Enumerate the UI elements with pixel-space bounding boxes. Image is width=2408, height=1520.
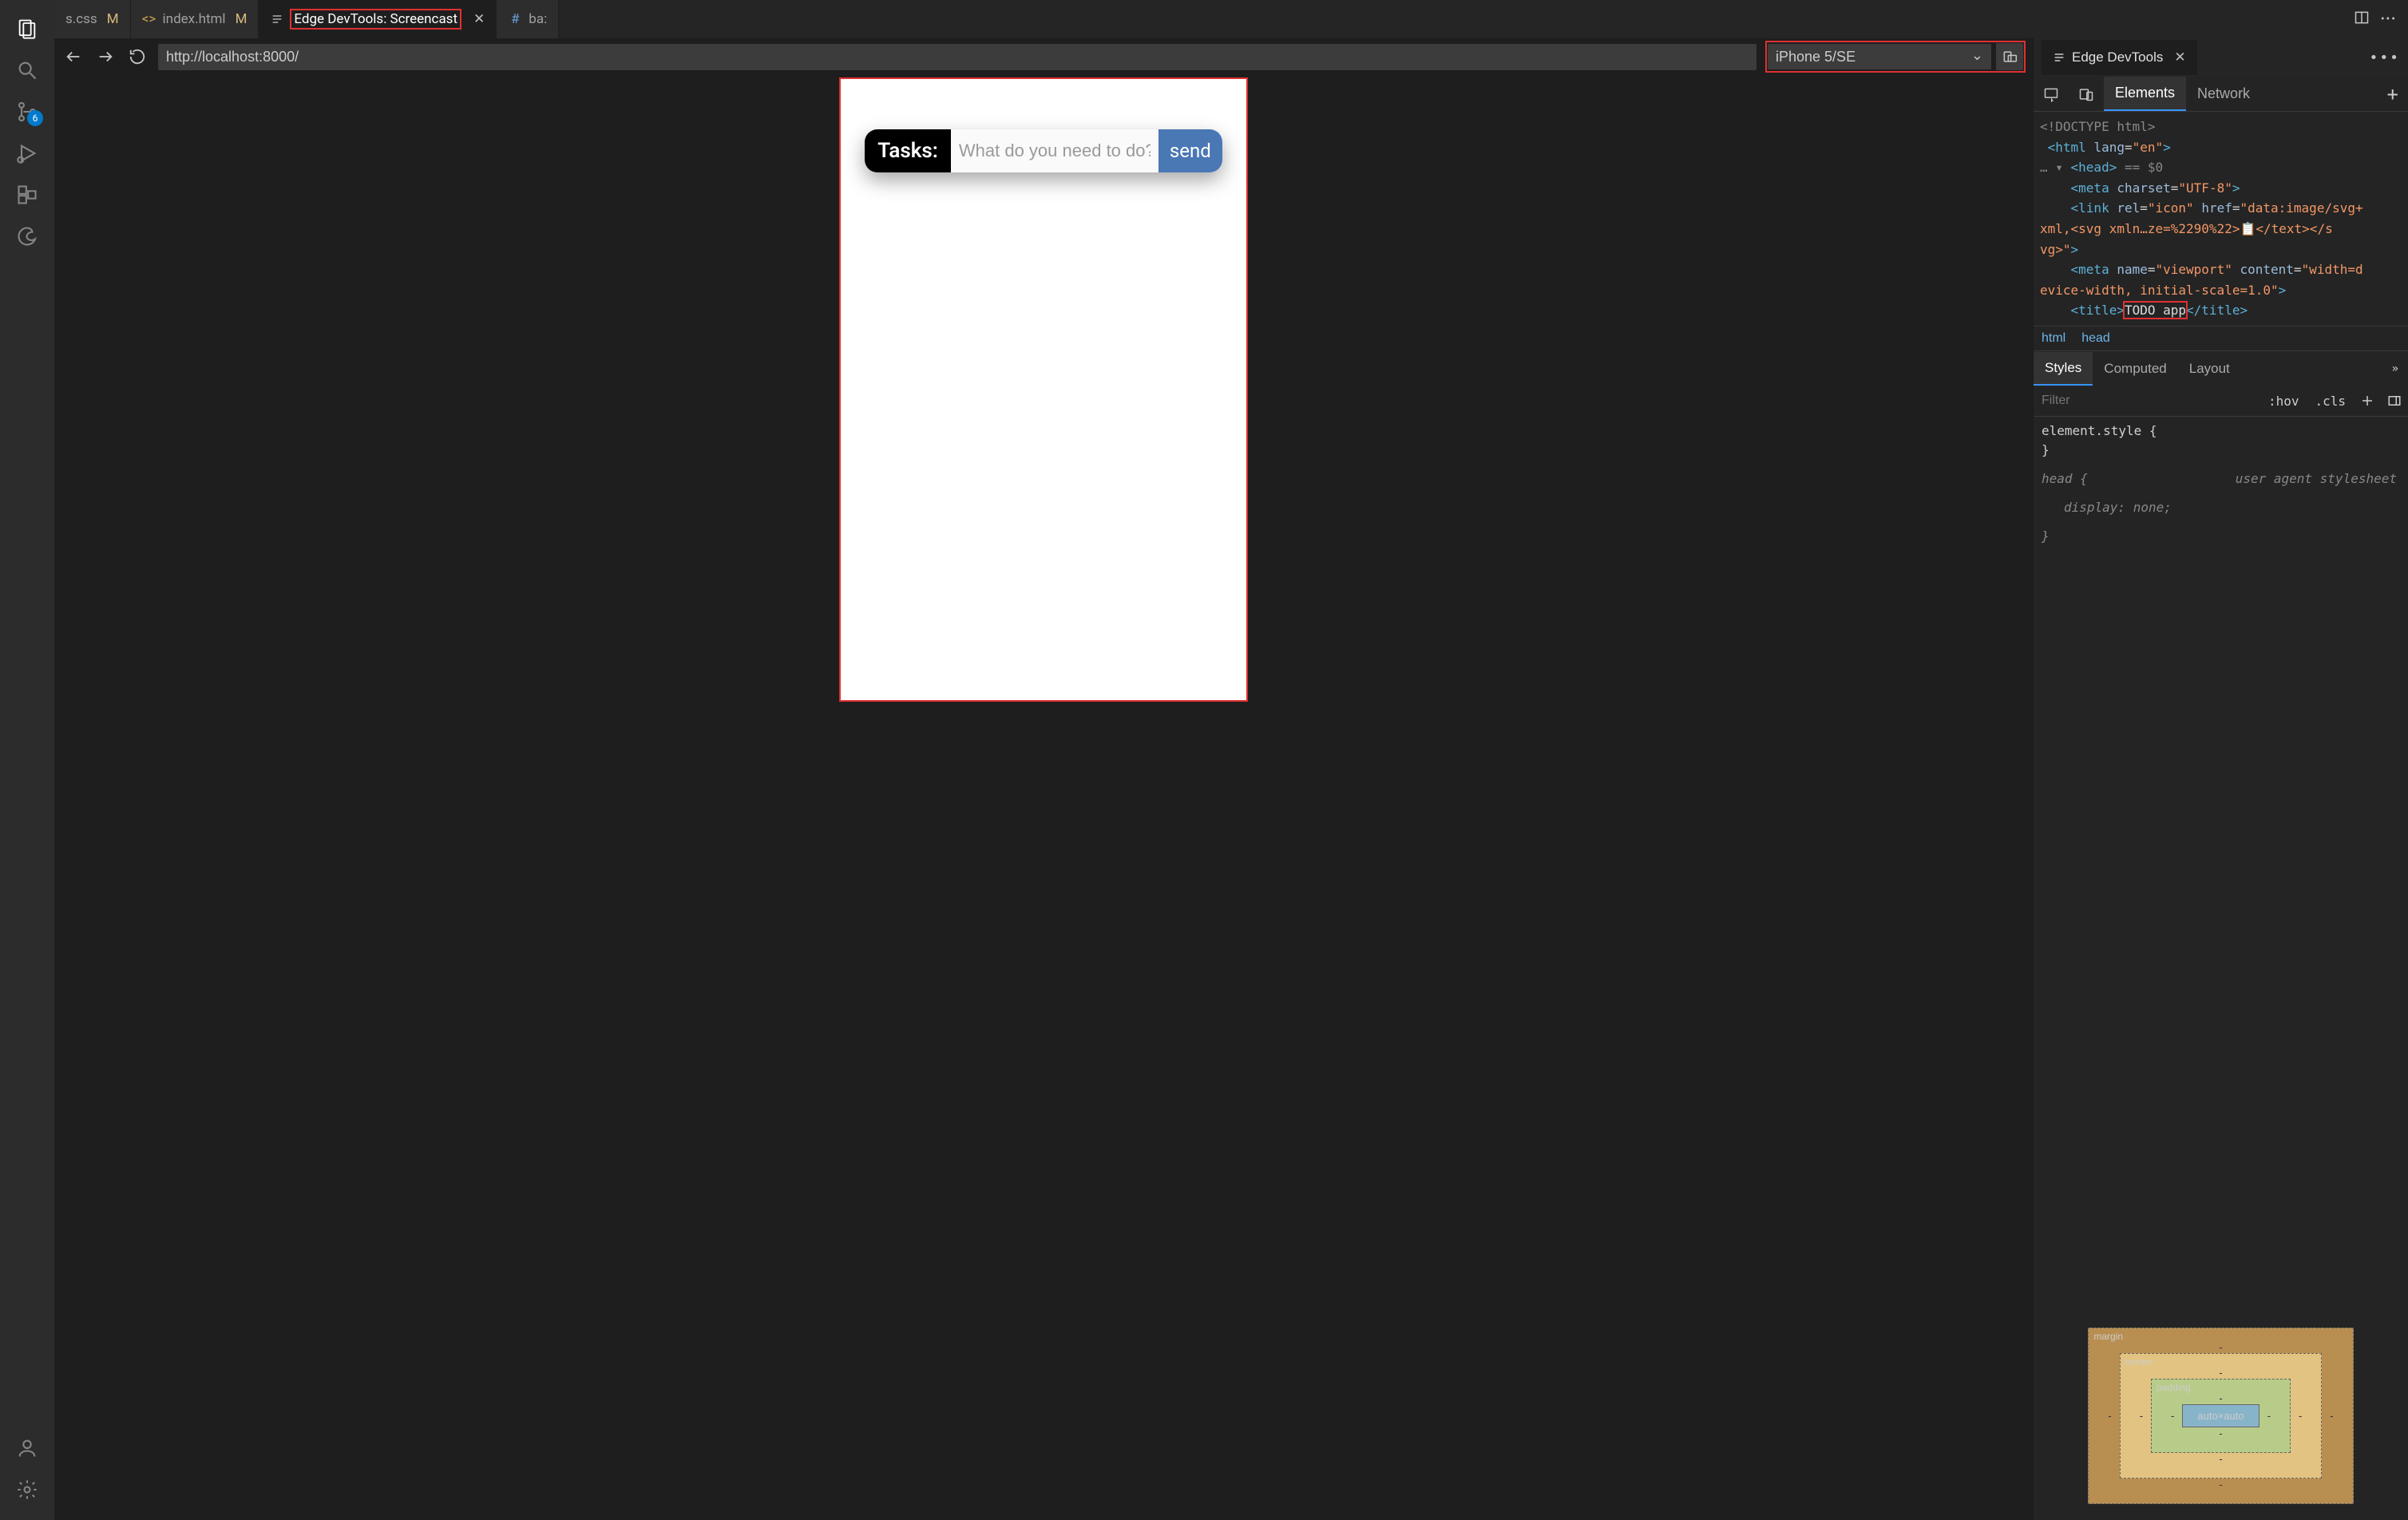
more-actions-icon[interactable]: •••: [2369, 49, 2400, 66]
tab-screencast[interactable]: Edge DevTools: Screencast ✕: [259, 0, 497, 38]
tasks-label: Tasks:: [865, 129, 951, 172]
task-input-wrapper: [951, 129, 1158, 172]
viewport-area: Tasks: send: [54, 75, 2033, 1520]
explorer-icon[interactable]: [8, 10, 46, 48]
tab-label: s.css: [65, 11, 97, 27]
devtools-panel: Edge DevTools ✕ ••• Elements Network + <…: [2033, 38, 2408, 1520]
back-icon[interactable]: [62, 46, 85, 68]
tab-label: Edge DevTools: Screencast: [291, 10, 461, 29]
scm-badge: 6: [27, 110, 43, 126]
task-input[interactable]: [959, 141, 1151, 161]
element-style: element.style {: [2042, 422, 2400, 441]
rotate-icon[interactable]: [1996, 43, 2023, 70]
reload-icon[interactable]: [126, 46, 149, 68]
dom-breadcrumb[interactable]: html head: [2034, 326, 2408, 351]
inspect-element-icon[interactable]: [2034, 78, 2069, 110]
device-toggle-icon[interactable]: [2069, 78, 2104, 110]
dom-tree[interactable]: <!DOCTYPE html> <html lang="en"> … ▾ <he…: [2034, 112, 2408, 326]
tab-label: ba:: [529, 11, 547, 27]
accounts-icon[interactable]: [8, 1429, 46, 1467]
toggle-sidebar-icon[interactable]: [2381, 394, 2408, 408]
emulated-viewport[interactable]: Tasks: send: [840, 78, 1247, 701]
screencast-panel: iPhone 5/SE Tasks: send: [54, 38, 2033, 1520]
css-file-icon: #: [508, 12, 522, 26]
display-none: display: none;: [2042, 498, 2400, 517]
forward-icon[interactable]: [94, 46, 117, 68]
activity-bar: 6: [0, 0, 54, 1520]
preview-icon: [270, 12, 284, 26]
url-input[interactable]: [158, 44, 1756, 70]
tab-computed[interactable]: Computed: [2093, 353, 2177, 385]
styles-tabs: Styles Computed Layout »: [2034, 351, 2408, 386]
title-text: TODO app: [2125, 303, 2186, 318]
settings-icon[interactable]: [8, 1471, 46, 1509]
tab-actions: •••: [2343, 0, 2408, 38]
expand-tabs-icon[interactable]: »: [2382, 362, 2408, 375]
editor-main: s.css M <> index.html M Edge DevTools: S…: [54, 0, 2408, 1520]
cls-toggle[interactable]: .cls: [2307, 394, 2354, 409]
box-content: auto×auto: [2182, 1404, 2259, 1427]
styles-toolbar: :hov .cls: [2034, 386, 2408, 417]
devtools-toolbar: Elements Network +: [2034, 77, 2408, 112]
html-file-icon: <>: [142, 12, 156, 26]
network-tab[interactable]: Network: [2186, 77, 2261, 110]
new-style-rule-icon[interactable]: [2354, 394, 2381, 408]
todo-bar: Tasks: send: [865, 129, 1222, 172]
add-tab-icon[interactable]: +: [2378, 83, 2408, 105]
styles-filter-input[interactable]: [2034, 394, 2260, 408]
elements-tab[interactable]: Elements: [2104, 77, 2186, 111]
search-icon[interactable]: [8, 51, 46, 89]
modified-indicator: M: [107, 11, 119, 27]
tab-layout[interactable]: Layout: [2178, 353, 2241, 385]
device-select[interactable]: iPhone 5/SE: [1768, 44, 1991, 69]
run-debug-icon[interactable]: [8, 134, 46, 172]
close-icon[interactable]: ✕: [2174, 49, 2185, 65]
tab-index-html[interactable]: <> index.html M: [131, 0, 259, 38]
styles-rules[interactable]: element.style { } head { user agent styl…: [2034, 417, 2408, 551]
extensions-icon[interactable]: [8, 176, 46, 214]
crumb-head[interactable]: head: [2081, 331, 2110, 346]
close-icon[interactable]: ✕: [473, 11, 485, 27]
source-control-icon[interactable]: 6: [8, 93, 46, 131]
box-model[interactable]: margin - - border - - padding: [2088, 1328, 2353, 1504]
devtools-tabstrip: Edge DevTools ✕ •••: [2034, 38, 2408, 77]
box-model-area: margin - - border - - padding: [2034, 551, 2408, 1520]
tab-label: Edge DevTools: [2072, 49, 2163, 65]
url-bar: iPhone 5/SE: [54, 38, 2033, 75]
more-actions-icon[interactable]: •••: [2381, 13, 2397, 26]
user-agent-label: user agent stylesheet: [2236, 469, 2397, 489]
edge-tools-icon[interactable]: [8, 217, 46, 255]
editor-body: iPhone 5/SE Tasks: send: [54, 38, 2408, 1520]
tab-devtools[interactable]: Edge DevTools ✕: [2042, 40, 2197, 75]
tab-css[interactable]: s.css M: [54, 0, 131, 38]
crumb-html[interactable]: html: [2042, 331, 2065, 346]
hov-toggle[interactable]: :hov: [2260, 394, 2307, 409]
split-editor-icon[interactable]: [2354, 10, 2370, 29]
tab-label: index.html: [163, 11, 226, 27]
editor-tabs: s.css M <> index.html M Edge DevTools: S…: [54, 0, 2408, 38]
modified-indicator: M: [236, 11, 248, 27]
tab-styles[interactable]: Styles: [2034, 352, 2093, 386]
tab-bas[interactable]: # ba:: [497, 0, 559, 38]
head-selector: head {: [2042, 471, 2088, 486]
send-button[interactable]: send: [1158, 129, 1222, 172]
